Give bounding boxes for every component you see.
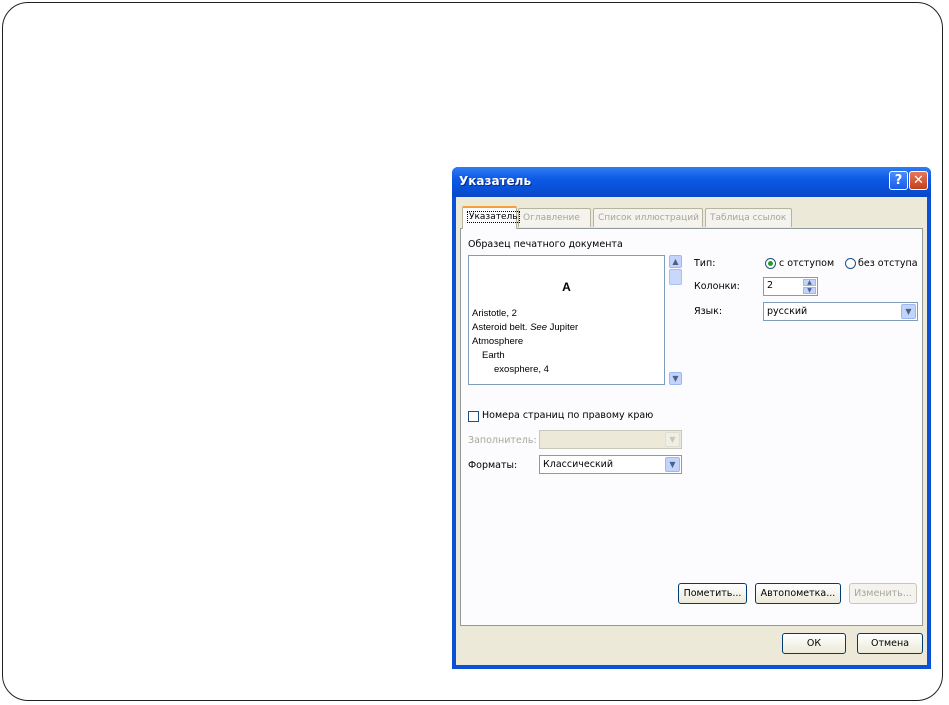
tab-toc[interactable]: Оглавление (518, 208, 591, 227)
spin-down-icon[interactable]: ▼ (803, 287, 816, 294)
preview-line-text: Asteroid belt. (472, 322, 528, 333)
mark-entry-button[interactable]: Пометить... (678, 583, 747, 604)
preview-line: Asteroid belt. See Jupiter (472, 322, 578, 333)
chevron-down-icon[interactable]: ▼ (901, 304, 916, 319)
language-value: русский (767, 306, 808, 317)
dialog-title: Указатель (459, 174, 532, 188)
columns-spinner[interactable]: 2 ▲ ▼ (763, 277, 818, 296)
scroll-thumb[interactable] (669, 269, 682, 285)
preview-line-text: Jupiter (549, 322, 579, 333)
chevron-down-icon[interactable]: ▼ (665, 432, 680, 447)
automark-button[interactable]: Автопометка... (755, 583, 841, 604)
radio-indent-label[interactable]: с отступом (779, 258, 834, 269)
preview-letter: A (562, 280, 571, 294)
formats-value: Классический (543, 459, 614, 470)
language-label: Язык: (694, 306, 723, 317)
scroll-down-icon[interactable]: ▼ (669, 372, 682, 385)
close-button[interactable]: ✕ (909, 171, 928, 190)
tab-index[interactable]: Указатель (462, 206, 520, 229)
tab-figures[interactable]: Список иллюстраций (593, 208, 703, 227)
dialog-client: Указатель Оглавление Список иллюстраций … (456, 197, 927, 665)
columns-label: Колонки: (694, 281, 740, 292)
language-select[interactable]: русский ▼ (763, 302, 918, 321)
radio-indent[interactable] (765, 258, 776, 269)
right-align-checkbox[interactable] (468, 411, 479, 422)
formats-label: Форматы: (468, 460, 518, 471)
preview-label: Образец печатного документа (468, 239, 623, 250)
preview-line: Earth (482, 350, 505, 361)
scroll-up-icon[interactable]: ▲ (669, 255, 682, 268)
spinner-buttons: ▲ ▼ (803, 279, 816, 294)
tab-toc-label: Оглавление (523, 213, 580, 223)
chevron-down-icon[interactable]: ▼ (665, 457, 680, 472)
close-icon: ✕ (913, 173, 924, 188)
index-dialog: Указатель ? ✕ Указатель Оглавление Списо… (452, 167, 931, 669)
spin-up-icon[interactable]: ▲ (803, 279, 816, 286)
help-icon: ? (894, 173, 903, 188)
tab-figures-label: Список иллюстраций (598, 213, 699, 223)
preview-scrollbar[interactable]: ▲ ▼ (669, 255, 682, 385)
tab-authorities-label: Таблица ссылок (710, 213, 787, 223)
preview-line: exosphere, 4 (494, 364, 549, 375)
preview-line: Aristotle, 2 (472, 308, 517, 319)
preview-line-italic: See (530, 322, 547, 333)
help-button[interactable]: ? (889, 171, 908, 190)
type-label: Тип: (694, 258, 716, 269)
formats-select[interactable]: Классический ▼ (539, 455, 682, 474)
right-align-label[interactable]: Номера страниц по правому краю (482, 410, 653, 421)
radio-no-indent[interactable] (845, 258, 856, 269)
ok-button[interactable]: ОК (782, 633, 846, 654)
columns-value[interactable]: 2 (767, 280, 773, 291)
radio-no-indent-label[interactable]: без отступа (858, 258, 918, 269)
title-bar[interactable]: Указатель ? ✕ (452, 167, 931, 197)
filler-label: Заполнитель: (468, 435, 537, 446)
cancel-button[interactable]: Отмена (857, 633, 923, 654)
tab-authorities[interactable]: Таблица ссылок (705, 208, 792, 227)
filler-select[interactable]: ▼ (539, 430, 682, 449)
tab-index-label: Указатель (467, 211, 520, 223)
index-tab-panel: Образец печатного документа A Aristotle,… (460, 228, 923, 626)
modify-button[interactable]: Изменить... (849, 583, 917, 604)
print-preview: A Aristotle, 2 Asteroid belt. See Jupite… (468, 255, 665, 385)
preview-line: Atmosphere (472, 336, 524, 347)
